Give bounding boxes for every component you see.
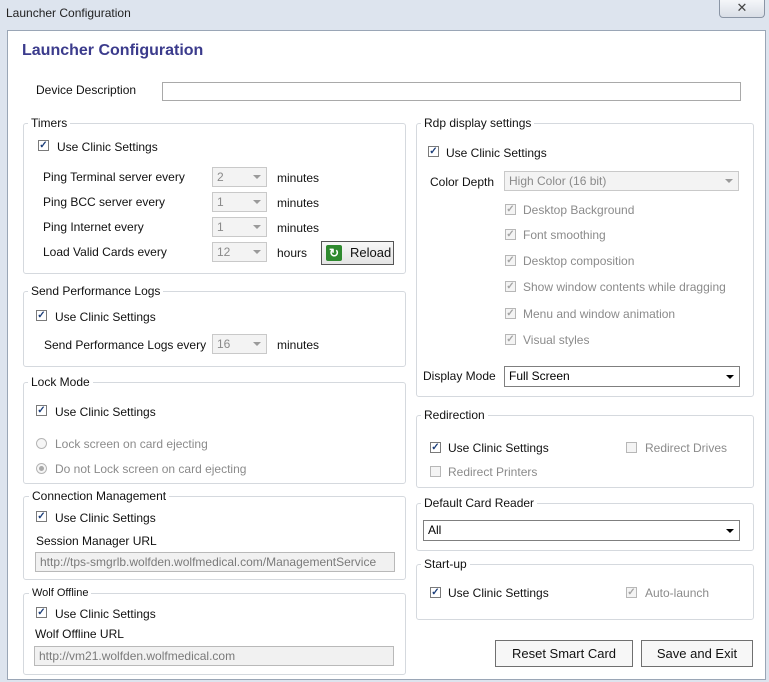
wolf-offline-url-label: Wolf Offline URL [35, 627, 124, 641]
load-cards-unit: hours [277, 246, 308, 260]
connection-use-clinic-label: Use Clinic Settings [55, 511, 156, 525]
perf-logs-use-clinic-label: Use Clinic Settings [55, 310, 156, 324]
wolf-offline-use-clinic-checkbox[interactable]: ✓ [36, 607, 47, 618]
perf-logs-label: Send Performance Logs every [44, 338, 207, 352]
redirection-use-clinic-label: Use Clinic Settings [448, 441, 549, 455]
wolf-offline-legend: Wolf Offline [29, 587, 92, 599]
desktop-background-label: Desktop Background [523, 203, 635, 217]
chevron-down-icon [726, 529, 734, 533]
color-depth-label: Color Depth [430, 175, 495, 189]
lock-on-eject-label: Lock screen on card ejecting [55, 437, 208, 451]
refresh-icon: ↻ [326, 245, 342, 261]
perf-logs-use-clinic-checkbox[interactable]: ✓ [36, 310, 47, 321]
redirect-printers-checkbox[interactable] [430, 466, 441, 477]
startup-use-clinic-checkbox[interactable]: ✓ [430, 587, 441, 598]
ping-bcc-select[interactable]: 1 [212, 192, 267, 212]
rdp-use-clinic-label: Use Clinic Settings [446, 146, 547, 160]
connection-legend: Connection Management [29, 489, 170, 503]
ping-internet-unit: minutes [277, 221, 320, 235]
font-smoothing-checkbox[interactable]: ✓ [505, 229, 516, 240]
ping-terminal-select[interactable]: 2 [212, 167, 267, 187]
wolf-offline-url-input[interactable]: http://vm21.wolfden.wolfmedical.com [34, 646, 394, 666]
menu-animation-label: Menu and window animation [523, 307, 676, 321]
visual-styles-label: Visual styles [523, 333, 590, 347]
ping-internet-label: Ping Internet every [43, 220, 144, 234]
ping-internet-select[interactable]: 1 [212, 217, 267, 237]
display-mode-select[interactable]: Full Screen [504, 366, 740, 387]
show-contents-dragging-label: Show window contents while dragging [523, 280, 726, 294]
display-mode-label: Display Mode [423, 369, 496, 383]
no-lock-on-eject-label: Do not Lock screen on card ejecting [55, 462, 247, 476]
menu-animation-checkbox[interactable]: ✓ [505, 308, 516, 319]
chevron-down-icon [253, 225, 261, 229]
auto-launch-checkbox[interactable]: ✓ [626, 587, 637, 598]
close-button[interactable]: ✕ [719, 0, 765, 18]
load-cards-label: Load Valid Cards every [43, 245, 167, 259]
redirect-drives-checkbox[interactable] [626, 442, 637, 453]
wolf-offline-use-clinic-label: Use Clinic Settings [55, 607, 156, 621]
ping-bcc-unit: minutes [277, 196, 320, 210]
device-description-input[interactable] [162, 82, 741, 101]
visual-styles-checkbox[interactable]: ✓ [505, 334, 516, 345]
rdp-legend: Rdp display settings [421, 116, 535, 130]
lock-mode-use-clinic-label: Use Clinic Settings [55, 405, 156, 419]
redirection-use-clinic-checkbox[interactable]: ✓ [430, 442, 441, 453]
reset-smart-card-button[interactable]: Reset Smart Card [495, 640, 633, 667]
redirect-drives-label: Redirect Drives [645, 441, 728, 455]
font-smoothing-label: Font smoothing [523, 228, 606, 242]
desktop-composition-checkbox[interactable]: ✓ [505, 255, 516, 266]
auto-launch-label: Auto-launch [645, 586, 710, 600]
no-lock-on-eject-radio[interactable] [36, 463, 47, 474]
desktop-background-checkbox[interactable]: ✓ [505, 204, 516, 215]
desktop-composition-label: Desktop composition [523, 254, 635, 268]
reload-button[interactable]: ↻ Reload [321, 241, 394, 265]
startup-legend: Start-up [421, 557, 470, 571]
ping-terminal-unit: minutes [277, 171, 320, 185]
perf-logs-legend: Send Performance Logs [28, 284, 164, 298]
perf-logs-unit: minutes [277, 338, 320, 352]
card-reader-select[interactable]: All [423, 520, 740, 541]
chevron-down-icon [253, 200, 261, 204]
chevron-down-icon [253, 342, 261, 346]
session-manager-url-label: Session Manager URL [36, 534, 157, 548]
lock-on-eject-radio[interactable] [36, 438, 47, 449]
lock-mode-legend: Lock Mode [28, 375, 93, 389]
session-manager-url-input[interactable]: http://tps-smgrlb.wolfden.wolfmedical.co… [35, 552, 395, 572]
ping-bcc-label: Ping BCC server every [43, 195, 166, 209]
show-contents-dragging-checkbox[interactable]: ✓ [505, 281, 516, 292]
timers-legend: Timers [28, 116, 71, 130]
chevron-down-icon [725, 179, 733, 183]
close-icon: ✕ [736, 0, 748, 15]
ping-terminal-label: Ping Terminal server every [43, 170, 185, 184]
startup-use-clinic-label: Use Clinic Settings [448, 586, 549, 600]
card-reader-legend: Default Card Reader [421, 496, 538, 510]
load-cards-select[interactable]: 12 [212, 242, 267, 262]
timers-use-clinic-checkbox[interactable]: ✓ [38, 140, 49, 151]
device-description-label: Device Description [36, 83, 137, 97]
window-title: Launcher Configuration [6, 6, 131, 20]
page-title: Launcher Configuration [22, 42, 204, 59]
rdp-use-clinic-checkbox[interactable]: ✓ [428, 146, 439, 157]
redirect-printers-label: Redirect Printers [448, 465, 538, 479]
perf-logs-select[interactable]: 16 [212, 334, 267, 354]
color-depth-select[interactable]: High Color (16 bit) [504, 171, 739, 191]
perf-logs-group [23, 291, 406, 367]
timers-use-clinic-label: Use Clinic Settings [57, 140, 158, 154]
chevron-down-icon [253, 175, 261, 179]
redirection-legend: Redirection [421, 408, 488, 422]
lock-mode-use-clinic-checkbox[interactable]: ✓ [36, 405, 47, 416]
chevron-down-icon [253, 250, 261, 254]
chevron-down-icon [726, 375, 734, 379]
save-and-exit-button[interactable]: Save and Exit [641, 640, 753, 667]
connection-use-clinic-checkbox[interactable]: ✓ [36, 511, 47, 522]
